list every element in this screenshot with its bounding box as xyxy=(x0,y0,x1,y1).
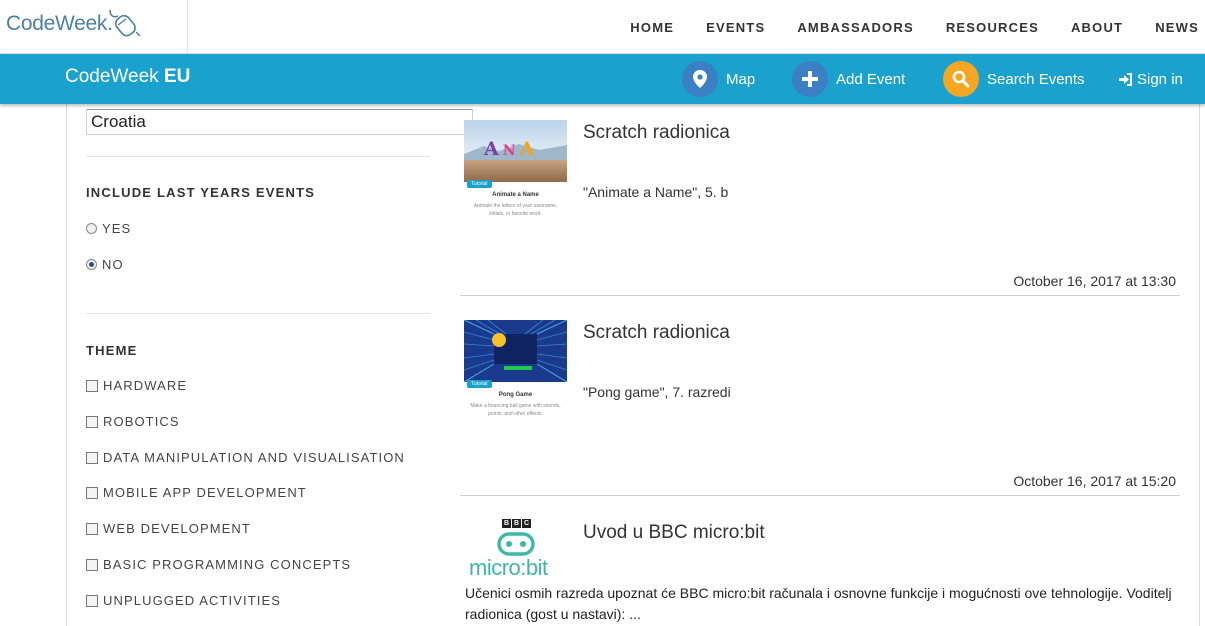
nav-news[interactable]: NEWS xyxy=(1155,20,1199,35)
theme-label: WEB DEVELOPMENT xyxy=(103,521,251,536)
theme-web[interactable]: WEB DEVELOPMENT xyxy=(86,521,251,536)
theme-label: BASIC PROGRAMMING CONCEPTS xyxy=(103,557,352,572)
mouse-icon xyxy=(109,9,141,37)
theme-unplugged[interactable]: UNPLUGGED ACTIVITIES xyxy=(86,593,281,608)
thumb-subtitle: Animate the letters of your username, in… xyxy=(473,203,558,217)
theme-basic-programming[interactable]: BASIC PROGRAMMING CONCEPTS xyxy=(86,557,351,572)
map-link[interactable]: Map xyxy=(682,60,755,98)
nav-home[interactable]: HOME xyxy=(630,20,674,35)
divider xyxy=(86,156,430,157)
radio-no-label: NO xyxy=(102,257,124,272)
theme-label: ROBOTICS xyxy=(103,414,180,429)
theme-label: HARDWARE xyxy=(103,378,188,393)
checkbox[interactable] xyxy=(86,486,98,499)
sign-in-icon xyxy=(1119,72,1132,86)
nav-events[interactable]: EVENTS xyxy=(706,20,765,35)
radio-yes-control[interactable] xyxy=(86,223,97,234)
event-title[interactable]: Scratch radionica xyxy=(583,122,730,144)
event-item[interactable]: B B C micro:bit Uvod u BBC micro:bit xyxy=(460,515,1180,585)
divider xyxy=(86,313,430,314)
event-thumbnail[interactable]: B B C micro:bit xyxy=(464,515,567,580)
theme-label: MOBILE APP DEVELOPMENT xyxy=(103,485,307,500)
bbc-letter: B xyxy=(512,519,521,528)
name-letters: ANA xyxy=(484,138,539,160)
add-event-label: Add Event xyxy=(836,70,906,88)
event-separator xyxy=(460,495,1180,496)
theme-data[interactable]: DATA MANIPULATION AND VISUALISATION xyxy=(86,450,405,465)
tutorial-badge: Tutorial xyxy=(467,380,492,388)
event-description: "Pong game", 7. razredi xyxy=(583,384,731,400)
microbit-icon xyxy=(497,532,535,556)
country-select[interactable] xyxy=(86,109,473,135)
nav-resources[interactable]: RESOURCES xyxy=(946,20,1039,35)
thumb-title: Pong Game xyxy=(498,392,533,398)
checkbox[interactable] xyxy=(86,415,98,428)
map-label: Map xyxy=(726,70,756,88)
brand-title[interactable]: CodeWeek EU xyxy=(65,66,190,88)
radio-no-control[interactable] xyxy=(86,259,97,270)
event-item[interactable]: ANA Tutorial Animate a Name Animate the … xyxy=(460,120,1180,300)
last-years-title: INCLUDE LAST YEARS EVENTS xyxy=(86,185,316,200)
nav-about[interactable]: ABOUT xyxy=(1071,20,1123,35)
logo[interactable]: CodeWeek. xyxy=(0,0,188,54)
secondary-navigation: CodeWeek EU Map Add Event Search Events … xyxy=(0,54,1205,104)
radio-no[interactable]: NO xyxy=(86,257,124,272)
event-date: October 16, 2017 at 15:20 xyxy=(1013,473,1176,489)
event-separator xyxy=(460,295,1180,296)
event-description: Učenici osmih razreda upoznat će BBC mic… xyxy=(465,585,1172,622)
nav-ambassadors[interactable]: AMBASSADORS xyxy=(797,20,913,35)
top-navigation: CodeWeek. HOME EVENTS AMBASSADORS RESOUR… xyxy=(0,0,1205,54)
search-icon xyxy=(943,61,979,97)
search-events-link[interactable]: Search Events xyxy=(943,60,1085,98)
brand-bold: EU xyxy=(163,66,191,87)
checkbox[interactable] xyxy=(86,451,98,464)
pong-game-image xyxy=(464,320,567,383)
checkbox[interactable] xyxy=(86,522,98,535)
microbit-brand: micro:bit xyxy=(469,555,548,580)
theme-label: UNPLUGGED ACTIVITIES xyxy=(103,593,282,608)
radio-yes-label: YES xyxy=(102,221,132,236)
radio-yes[interactable]: YES xyxy=(86,221,131,236)
thumb-title: Animate a Name xyxy=(492,192,539,198)
checkbox[interactable] xyxy=(86,379,98,392)
theme-robotics[interactable]: ROBOTICS xyxy=(86,414,180,429)
thumb-subtitle: Make a bouncing ball game with sounds, p… xyxy=(470,403,561,417)
theme-hardware[interactable]: HARDWARE xyxy=(86,378,187,393)
event-thumbnail[interactable]: Tutorial Pong Game Make a bouncing ball … xyxy=(464,320,567,425)
event-title[interactable]: Scratch radionica xyxy=(583,322,730,344)
bbc-letter: B xyxy=(502,519,511,528)
theme-label: DATA MANIPULATION AND VISUALISATION xyxy=(103,450,405,465)
tutorial-badge: Tutorial xyxy=(467,180,492,188)
theme-title: THEME xyxy=(86,343,138,358)
event-thumbnail[interactable]: ANA Tutorial Animate a Name Animate the … xyxy=(464,120,567,225)
checkbox[interactable] xyxy=(86,558,98,571)
map-pin-icon xyxy=(682,61,718,97)
sign-in-link[interactable]: Sign in xyxy=(1119,60,1183,98)
bbc-logo: B B C xyxy=(502,519,531,528)
search-events-label: Search Events xyxy=(987,70,1085,88)
event-title[interactable]: Uvod u BBC micro:bit xyxy=(583,522,765,544)
event-description: "Animate a Name", 5. b xyxy=(583,184,729,200)
logo-text: CodeWeek. xyxy=(6,12,113,35)
bbc-letter: C xyxy=(522,519,531,528)
checkbox[interactable] xyxy=(86,594,98,607)
add-event-link[interactable]: Add Event xyxy=(792,60,905,98)
sign-in-label: Sign in xyxy=(1137,70,1183,88)
plus-icon xyxy=(792,61,828,97)
event-date: October 16, 2017 at 13:30 xyxy=(1013,273,1176,289)
event-item[interactable]: Tutorial Pong Game Make a bouncing ball … xyxy=(460,320,1180,500)
theme-mobile[interactable]: MOBILE APP DEVELOPMENT xyxy=(86,485,307,500)
brand-light: CodeWeek xyxy=(65,66,159,87)
